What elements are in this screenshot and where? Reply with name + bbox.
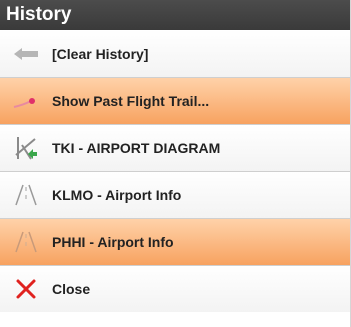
runway-icon xyxy=(8,228,44,256)
close-label: Close xyxy=(52,281,91,297)
clear-history-label: [Clear History] xyxy=(52,45,149,62)
phhi-airport-info-item[interactable]: PHHI - Airport Info xyxy=(0,218,350,265)
flight-trail-icon xyxy=(8,87,44,115)
tki-airport-diagram-item[interactable]: TKI - AIRPORT DIAGRAM xyxy=(0,124,350,171)
history-title: History xyxy=(6,4,72,25)
klmo-airport-info-label: KLMO - Airport Info xyxy=(52,187,182,203)
clear-history-item[interactable]: [Clear History] xyxy=(0,30,350,77)
phhi-airport-info-label: PHHI - Airport Info xyxy=(52,234,174,250)
close-icon xyxy=(8,275,44,303)
back-arrow-icon xyxy=(8,40,44,68)
history-header: History xyxy=(0,0,350,30)
close-item[interactable]: Close xyxy=(0,265,350,312)
tki-airport-diagram-label: TKI - AIRPORT DIAGRAM xyxy=(52,140,221,156)
airport-diagram-icon xyxy=(8,134,44,162)
history-menu: [Clear History] Show Past Flight Trail..… xyxy=(0,30,350,312)
history-panel: History [Clear History] Show Past Flight… xyxy=(0,0,351,327)
klmo-airport-info-item[interactable]: KLMO - Airport Info xyxy=(0,171,350,218)
runway-icon xyxy=(8,181,44,209)
show-past-flight-trail-label: Show Past Flight Trail... xyxy=(52,93,210,109)
show-past-flight-trail-item[interactable]: Show Past Flight Trail... xyxy=(0,77,350,124)
